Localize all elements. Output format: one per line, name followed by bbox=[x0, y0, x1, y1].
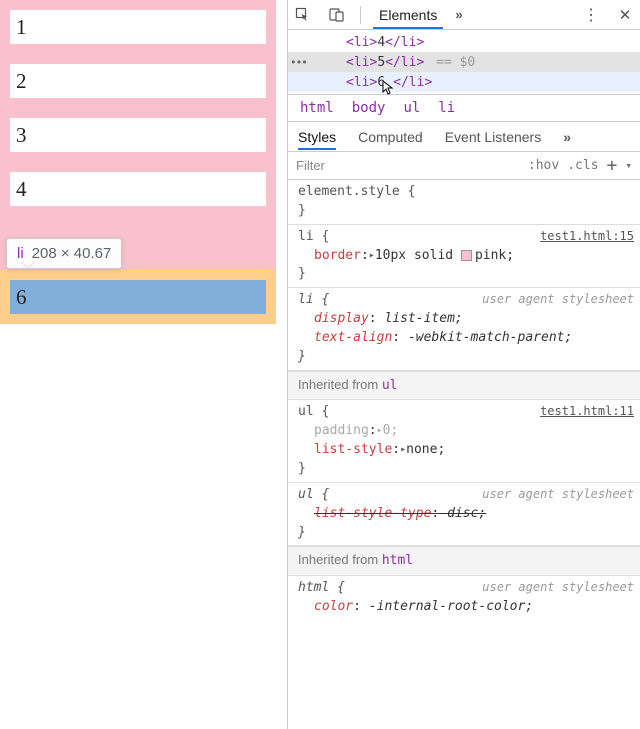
list-item[interactable]: 3 bbox=[0, 108, 276, 162]
inspect-highlight-margin: 6 bbox=[0, 270, 276, 324]
pin-icon[interactable]: ▾ bbox=[625, 159, 632, 172]
dom-node-li-hover[interactable]: <li>6</li> bbox=[288, 72, 640, 92]
tab-styles[interactable]: Styles bbox=[298, 124, 336, 150]
styles-sub-tabs: Styles Computed Event Listeners » bbox=[288, 122, 640, 152]
breadcrumb-item[interactable]: html bbox=[300, 100, 334, 116]
tooltip-tag: li bbox=[17, 245, 24, 262]
app-root: 1 2 3 4 6 li 208 × 40.67 Elements » ⋮ bbox=[0, 0, 640, 729]
list-item[interactable]: 1 bbox=[0, 0, 276, 54]
color-swatch-icon[interactable] bbox=[461, 250, 472, 261]
inspect-tooltip: li 208 × 40.67 bbox=[6, 238, 122, 269]
list-item[interactable]: 4 bbox=[0, 162, 276, 216]
rendered-page-pane: 1 2 3 4 6 li 208 × 40.67 bbox=[0, 0, 287, 729]
styles-filter-row: Filter :hov .cls + ▾ bbox=[288, 152, 640, 180]
close-icon[interactable]: ✕ bbox=[614, 4, 636, 26]
device-toggle-icon[interactable] bbox=[326, 4, 348, 26]
source-link[interactable]: test1.html:11 bbox=[540, 403, 634, 422]
hov-toggle[interactable]: :hov bbox=[528, 158, 559, 173]
list-item[interactable]: 2 bbox=[0, 54, 276, 108]
devtools-panel: Elements » ⋮ ✕ <li>4</li> <li>5</li> == … bbox=[287, 0, 640, 729]
list-container: 1 2 3 4 bbox=[0, 0, 276, 270]
styles-overflow-icon[interactable]: » bbox=[563, 129, 571, 145]
cls-toggle[interactable]: .cls bbox=[567, 158, 598, 173]
dom-breadcrumb[interactable]: html body ul li bbox=[288, 94, 640, 122]
rule-ul-ua[interactable]: ul { user agent stylesheet list-style-ty… bbox=[288, 483, 640, 547]
breadcrumb-item[interactable]: ul bbox=[403, 100, 420, 116]
dom-tree[interactable]: <li>4</li> <li>5</li> == $0 <li>6</li> bbox=[288, 30, 640, 94]
inspect-icon[interactable] bbox=[292, 4, 314, 26]
devtools-main-tabs: Elements » ⋮ ✕ bbox=[288, 0, 640, 30]
inherited-from-html: Inherited from html bbox=[288, 546, 640, 576]
tab-elements[interactable]: Elements bbox=[373, 1, 443, 29]
breadcrumb-item[interactable]: body bbox=[352, 100, 386, 116]
breadcrumb-item[interactable]: li bbox=[438, 100, 455, 116]
inspect-highlight-content[interactable]: 6 bbox=[10, 280, 266, 314]
kebab-menu-icon[interactable]: ⋮ bbox=[580, 4, 602, 26]
tab-event-listeners[interactable]: Event Listeners bbox=[445, 124, 542, 150]
inherited-from-ul: Inherited from ul bbox=[288, 371, 640, 401]
new-rule-icon[interactable]: + bbox=[607, 155, 618, 176]
dom-node-li-selected[interactable]: <li>5</li> == $0 bbox=[288, 52, 640, 72]
rule-ul-author[interactable]: ul { test1.html:11 padding: ▸ 0; list-st… bbox=[288, 400, 640, 482]
source-link[interactable]: test1.html:15 bbox=[540, 228, 634, 247]
tabs-overflow-icon[interactable]: » bbox=[455, 7, 462, 22]
tooltip-dimensions: 208 × 40.67 bbox=[32, 245, 112, 262]
tab-computed[interactable]: Computed bbox=[358, 124, 423, 150]
filter-input[interactable]: Filter bbox=[296, 158, 520, 173]
rule-li-author[interactable]: li { test1.html:15 border: ▸ 10px solid … bbox=[288, 225, 640, 289]
dom-node-li[interactable]: <li>4</li> bbox=[288, 32, 640, 52]
rule-li-ua[interactable]: li { user agent stylesheet display: list… bbox=[288, 288, 640, 370]
rule-element-style[interactable]: element.style { } bbox=[288, 180, 640, 225]
rule-html-ua[interactable]: html { user agent stylesheet color: -int… bbox=[288, 576, 640, 620]
styles-pane[interactable]: element.style { } li { test1.html:15 bor… bbox=[288, 180, 640, 729]
